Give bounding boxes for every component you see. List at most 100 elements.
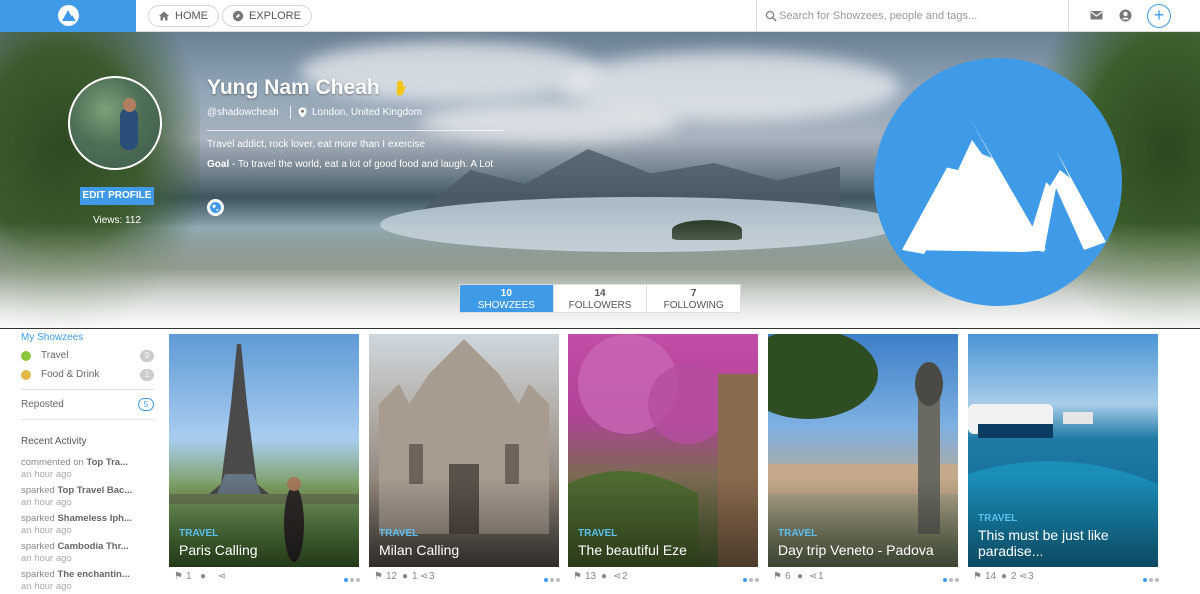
activity-item[interactable]: sparked The enchantin... an hour ago	[21, 569, 154, 593]
card-title[interactable]: Paris Calling	[179, 542, 354, 558]
card-category[interactable]: TRAVEL	[379, 528, 418, 539]
card-pager-dots	[542, 574, 560, 585]
comment-icon[interactable]: ●	[601, 571, 607, 582]
handle-separator	[290, 106, 291, 119]
card-pager-dots	[1141, 574, 1159, 585]
stat-following-count: 7	[690, 288, 697, 299]
activity-target[interactable]: The enchantin...	[57, 569, 129, 580]
stat-following-label: FOLLOWING	[663, 300, 724, 311]
stat-followers-tab[interactable]: 14 FOLLOWERS	[554, 285, 648, 312]
card-title[interactable]: This must be just like paradise...	[978, 527, 1153, 559]
activity-verb: sparked	[21, 485, 58, 496]
showzee-card-milan[interactable]: TRAVEL Milan Calling	[369, 334, 559, 567]
logo-icon	[58, 5, 79, 26]
share-icon[interactable]: ⋖	[613, 571, 621, 582]
profile-goal: Goal - To travel the world, eat a lot of…	[207, 159, 504, 171]
repost-count: 14	[985, 571, 997, 582]
avatar-person	[120, 108, 138, 150]
share-count: 2	[622, 571, 628, 582]
card-category[interactable]: TRAVEL	[179, 528, 218, 539]
stat-followers-label: FOLLOWERS	[568, 300, 632, 311]
sidebar-item-count: 1	[140, 369, 154, 381]
activity-item[interactable]: commented on Top Tra... an hour ago	[21, 457, 154, 481]
location-pin-icon	[298, 107, 307, 118]
repost-icon[interactable]: ⚑	[174, 571, 183, 582]
card-meta: ⚑ 1 ● ⋖	[172, 571, 362, 585]
stat-showzees-tab[interactable]: 10 SHOWZEES	[460, 285, 554, 312]
card-category[interactable]: TRAVEL	[578, 528, 617, 539]
activity-item[interactable]: sparked Shameless Iph... an hour ago	[21, 513, 154, 537]
stat-following-tab[interactable]: 7 FOLLOWING	[647, 285, 740, 312]
sidebar-item-food-drink[interactable]: Food & Drink 1	[21, 368, 154, 384]
card-title[interactable]: Day trip Veneto - Padova	[778, 542, 953, 558]
activity-target[interactable]: Top Travel Bac...	[57, 485, 132, 496]
user-icon[interactable]	[1119, 9, 1132, 22]
showzee-card-paris[interactable]: TRAVEL Paris Calling	[169, 334, 359, 567]
showzee-card-padova[interactable]: TRAVEL Day trip Veneto - Padova	[768, 334, 958, 567]
repost-icon[interactable]: ⚑	[973, 571, 982, 582]
repost-icon[interactable]: ⚑	[773, 571, 782, 582]
card-category[interactable]: TRAVEL	[778, 528, 817, 539]
stat-showzees-count: 10	[500, 288, 512, 299]
nav-explore-label: EXPLORE	[249, 10, 301, 22]
sidebar-item-count: 9	[140, 350, 154, 362]
mail-icon[interactable]	[1090, 9, 1103, 21]
brand-logo-icon	[874, 58, 1122, 306]
activity-verb: sparked	[21, 541, 58, 552]
activity-target[interactable]: Top Tra...	[86, 457, 128, 468]
share-icon[interactable]: ⋖	[809, 571, 817, 582]
waving-hand-icon	[396, 80, 406, 96]
logo-button[interactable]	[0, 0, 136, 32]
cover-cloud	[420, 102, 680, 142]
activity-item[interactable]: sparked Cambodia Thr... an hour ago	[21, 541, 154, 565]
showzee-card-paradise[interactable]: TRAVEL This must be just like paradise..…	[968, 334, 1158, 567]
card-meta: ⚑ 14 ● 2 ⋖ 3	[971, 571, 1161, 585]
activity-target[interactable]: Cambodia Thr...	[57, 541, 128, 552]
stat-followers-count: 14	[594, 288, 606, 299]
comment-icon[interactable]: ●	[402, 571, 408, 582]
activity-item[interactable]: sparked Top Travel Bac... an hour ago	[21, 485, 154, 509]
comment-icon[interactable]: ●	[200, 571, 206, 582]
search-input[interactable]	[779, 6, 1059, 26]
card-pager-dots	[741, 574, 759, 585]
share-icon[interactable]: ⋖	[218, 571, 226, 582]
sidebar-item-travel[interactable]: Travel 9	[21, 349, 154, 365]
reposted-count: 5	[138, 398, 154, 411]
sidebar-title[interactable]: My Showzees	[21, 332, 83, 343]
section-divider	[0, 328, 1200, 329]
add-showzee-button[interactable]: +	[1147, 4, 1171, 28]
card-title[interactable]: The beautiful Eze	[578, 542, 753, 558]
activity-time: an hour ago	[21, 497, 72, 508]
sidebar-item-reposted[interactable]: Reposted 5	[21, 398, 154, 414]
activity-time: an hour ago	[21, 581, 72, 592]
share-icon[interactable]: ⋖	[1019, 571, 1027, 582]
comment-icon[interactable]: ●	[797, 571, 803, 582]
search-icon	[765, 10, 777, 22]
website-globe-icon[interactable]	[207, 199, 224, 216]
repost-count: 13	[585, 571, 597, 582]
profile-avatar[interactable]	[68, 76, 162, 170]
repost-icon[interactable]: ⚑	[374, 571, 383, 582]
reposted-label: Reposted	[21, 399, 64, 410]
card-category[interactable]: TRAVEL	[978, 513, 1017, 524]
sidebar-item-label: Food & Drink	[41, 369, 100, 380]
activity-target[interactable]: Shameless Iph...	[57, 513, 131, 524]
edit-profile-button[interactable]: EDIT PROFILE	[80, 187, 154, 205]
repost-count: 6	[785, 571, 791, 582]
activity-time: an hour ago	[21, 553, 72, 564]
sidebar-divider	[21, 419, 154, 420]
card-title[interactable]: Milan Calling	[379, 542, 554, 558]
activity-time: an hour ago	[21, 469, 72, 480]
share-icon[interactable]: ⋖	[420, 571, 428, 582]
card-pager-dots	[941, 574, 959, 585]
stat-showzees-label: SHOWZEES	[477, 300, 535, 311]
nav-home-button[interactable]: HOME	[148, 5, 219, 27]
repost-icon[interactable]: ⚑	[573, 571, 582, 582]
activity-time: an hour ago	[21, 525, 72, 536]
nav-explore-button[interactable]: EXPLORE	[222, 5, 312, 27]
card-pager-dots	[342, 574, 360, 585]
repost-count: 1	[186, 571, 192, 582]
showzee-card-eze[interactable]: TRAVEL The beautiful Eze	[568, 334, 758, 567]
recent-activity-title: Recent Activity	[21, 436, 87, 447]
comment-icon[interactable]: ●	[1001, 571, 1007, 582]
